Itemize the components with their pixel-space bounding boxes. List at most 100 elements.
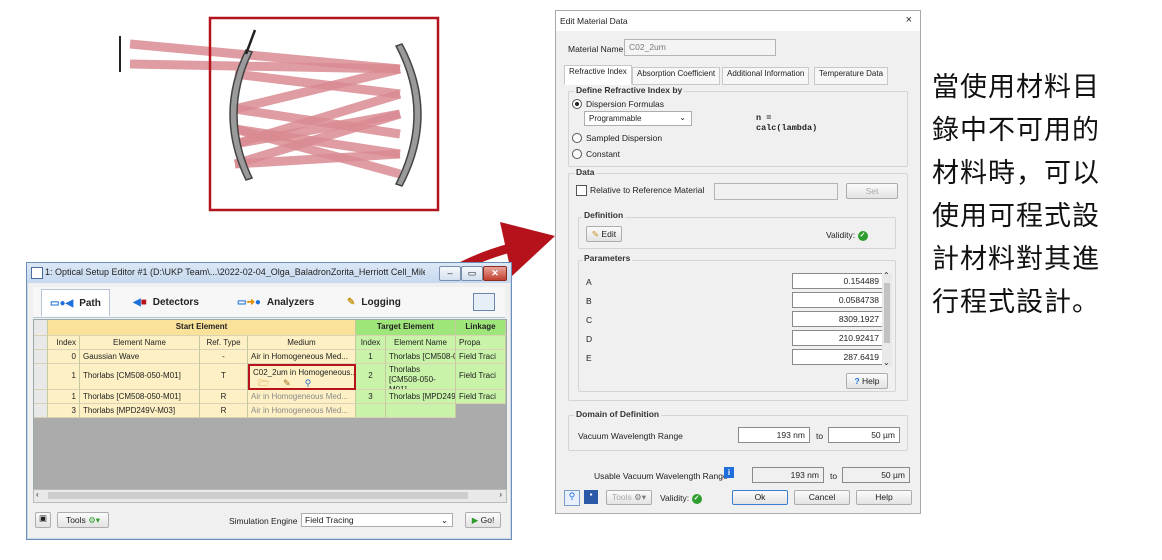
dialog-validity: Validity: ✓ <box>660 493 702 504</box>
dialog-help-button[interactable]: Help <box>856 490 912 505</box>
param-value-field[interactable]: 287.6419 <box>792 349 884 365</box>
set-button[interactable]: Set <box>846 183 898 199</box>
param-value-field[interactable]: 0.154489 <box>792 273 884 289</box>
laser-beams <box>129 39 402 179</box>
pencil-icon: ✎ <box>591 229 600 239</box>
dialog-tools-button[interactable]: Tools ⚙▾ <box>606 490 652 505</box>
col-target-index[interactable]: Index <box>356 336 386 350</box>
material-name-field[interactable]: C02_2um <box>624 39 776 56</box>
table-row[interactable]: 1 Thorlabs [CM508-050-M01] R Air in Homo… <box>34 390 506 404</box>
tools-icon: ⚙▾ <box>634 492 647 502</box>
maximize-button[interactable]: ▭ <box>461 266 483 281</box>
param-value-field[interactable]: 8309.1927 <box>792 311 884 327</box>
optical-setup-editor-window: 1: Optical Setup Editor #1 (D:\UKP Team\… <box>26 262 512 540</box>
horizontal-scrollbar[interactable]: ‹ › <box>33 489 507 503</box>
snapshot-button[interactable]: ▣ <box>35 512 51 528</box>
table-row[interactable]: 0 Gaussian Wave - Air in Homogeneous Med… <box>34 350 506 364</box>
scroll-thumb[interactable] <box>48 492 468 499</box>
scroll-right-icon[interactable]: › <box>499 490 502 499</box>
row-ref-type: R <box>200 404 248 418</box>
row-medium-selected[interactable]: C02_2um in Homogeneous... 🗁 ✎ ⚲ <box>248 364 356 390</box>
scroll-down-icon[interactable]: ⌄ <box>883 358 890 367</box>
parameters-help-button[interactable]: ? Help <box>846 373 888 389</box>
scroll-up-icon[interactable]: ⌃ <box>883 271 890 280</box>
save-icon[interactable]: ▪ <box>584 490 598 504</box>
row-element-name: Thorlabs [CM508-050-M01] <box>80 364 200 390</box>
editor-title: 1: Optical Setup Editor #1 (D:\UKP Team\… <box>45 267 425 277</box>
definition-validity-label: Validity: ✓ <box>826 230 868 241</box>
table-row[interactable]: 1 Thorlabs [CM508-050-M01] T C02_2um in … <box>34 364 506 390</box>
radio-sampled-dispersion[interactable] <box>572 133 582 143</box>
layout-view-icon[interactable] <box>473 293 495 311</box>
close-icon[interactable]: × <box>906 14 912 26</box>
formula-type-select[interactable]: Programmable ⌄ <box>584 111 692 126</box>
row-medium: Air in Homogeneous Med... <box>248 404 356 418</box>
col-propagation[interactable]: Propa <box>456 336 506 350</box>
table-group-header: Start Element Target Element Linkage <box>34 320 506 336</box>
edit-material-dialog: Edit Material Data × Material Name C02_2… <box>555 10 921 514</box>
zoom-icon[interactable]: ⚲ <box>564 490 580 506</box>
tab-additional-information[interactable]: Additional Information <box>722 67 810 85</box>
tools-button[interactable]: Tools ⚙▾ <box>57 512 109 528</box>
dialog-titlebar[interactable]: Edit Material Data × <box>556 11 920 31</box>
tab-refractive-index[interactable]: Refractive Index <box>564 65 632 85</box>
close-button[interactable]: ✕ <box>483 266 507 281</box>
edit-button[interactable]: ✎ Edit <box>586 226 622 242</box>
tab-absorption-coefficient[interactable]: Absorption Coefficient <box>632 67 721 85</box>
magnifier-icon[interactable]: ⚲ <box>305 378 312 388</box>
scroll-left-icon[interactable]: ‹ <box>36 490 39 499</box>
minimize-button[interactable]: – <box>439 266 461 281</box>
dialog-title: Edit Material Data <box>560 16 628 26</box>
col-medium[interactable]: Medium <box>248 336 356 350</box>
range-from-field[interactable]: 193 nm <box>738 427 810 443</box>
play-icon: ▶ <box>471 515 479 525</box>
info-icon[interactable]: i <box>724 467 734 478</box>
param-name: E <box>586 353 592 363</box>
analyzers-icon: ▭➜● <box>237 296 261 308</box>
go-button-label: Go! <box>480 515 495 525</box>
radio-constant[interactable] <box>572 149 582 159</box>
row-index: 1 <box>48 390 80 404</box>
table-column-header: Index Element Name Ref. Type Medium Inde… <box>34 336 506 350</box>
row-propagation: Field Traci <box>456 390 506 404</box>
col-target-name[interactable]: Element Name <box>386 336 456 350</box>
vacuum-wavelength-label: Vacuum Wavelength Range <box>578 431 683 441</box>
tab-logging[interactable]: ✎ Logging <box>339 289 409 315</box>
caption-line: 使用可程式設 <box>932 201 1100 232</box>
row-medium: Air in Homogeneous Med... <box>248 390 356 404</box>
cancel-button[interactable]: Cancel <box>794 490 850 505</box>
tab-analyzers[interactable]: ▭➜● Analyzers <box>229 289 322 315</box>
col-ref-type[interactable]: Ref. Type <box>200 336 248 350</box>
tab-detectors[interactable]: ◀■ Detectors <box>125 289 207 315</box>
tab-path[interactable]: ▭●◀ Path <box>41 289 110 316</box>
scroll-thumb[interactable] <box>884 283 890 343</box>
editor-titlebar[interactable]: 1: Optical Setup Editor #1 (D:\UKP Team\… <box>27 263 511 283</box>
col-index[interactable]: Index <box>48 336 80 350</box>
edit-pencil-icon[interactable]: ✎ <box>283 378 291 388</box>
row-header <box>34 350 48 364</box>
chevron-down-icon: ⌄ <box>679 113 686 122</box>
range-to-field[interactable]: 50 µm <box>828 427 900 443</box>
param-value-field[interactable]: 0.0584738 <box>792 292 884 308</box>
usable-from-field: 193 nm <box>752 467 824 483</box>
row-ref-type: R <box>200 390 248 404</box>
reference-material-field[interactable] <box>714 183 838 200</box>
dialog-tools-label: Tools <box>611 492 632 502</box>
col-element-name[interactable]: Element Name <box>80 336 200 350</box>
param-value-field[interactable]: 210.92417 <box>792 330 884 346</box>
row-element-name: Thorlabs [CM508-050-M01] <box>80 390 200 404</box>
ok-button[interactable]: Ok <box>732 490 788 505</box>
relative-reference-checkbox[interactable] <box>576 185 587 196</box>
go-button[interactable]: ▶ Go! <box>465 512 501 528</box>
table-row[interactable]: 3 Thorlabs [MPD249V-M03] R Air in Homoge… <box>34 404 506 418</box>
domain-legend: Domain of Definition <box>574 409 662 419</box>
parameters-scrollbar[interactable]: ⌃ ⌄ <box>882 271 892 367</box>
simulation-engine-select[interactable]: Field Tracing ⌄ <box>301 513 453 527</box>
formula-type-value: Programmable <box>589 114 642 123</box>
row-header <box>34 390 48 404</box>
row-header <box>34 404 48 418</box>
open-folder-icon[interactable]: 🗁 <box>258 378 269 388</box>
tab-temperature-data[interactable]: Temperature Data <box>814 67 889 85</box>
radio-dispersion-formulas[interactable] <box>572 99 582 109</box>
param-name: D <box>586 334 593 344</box>
